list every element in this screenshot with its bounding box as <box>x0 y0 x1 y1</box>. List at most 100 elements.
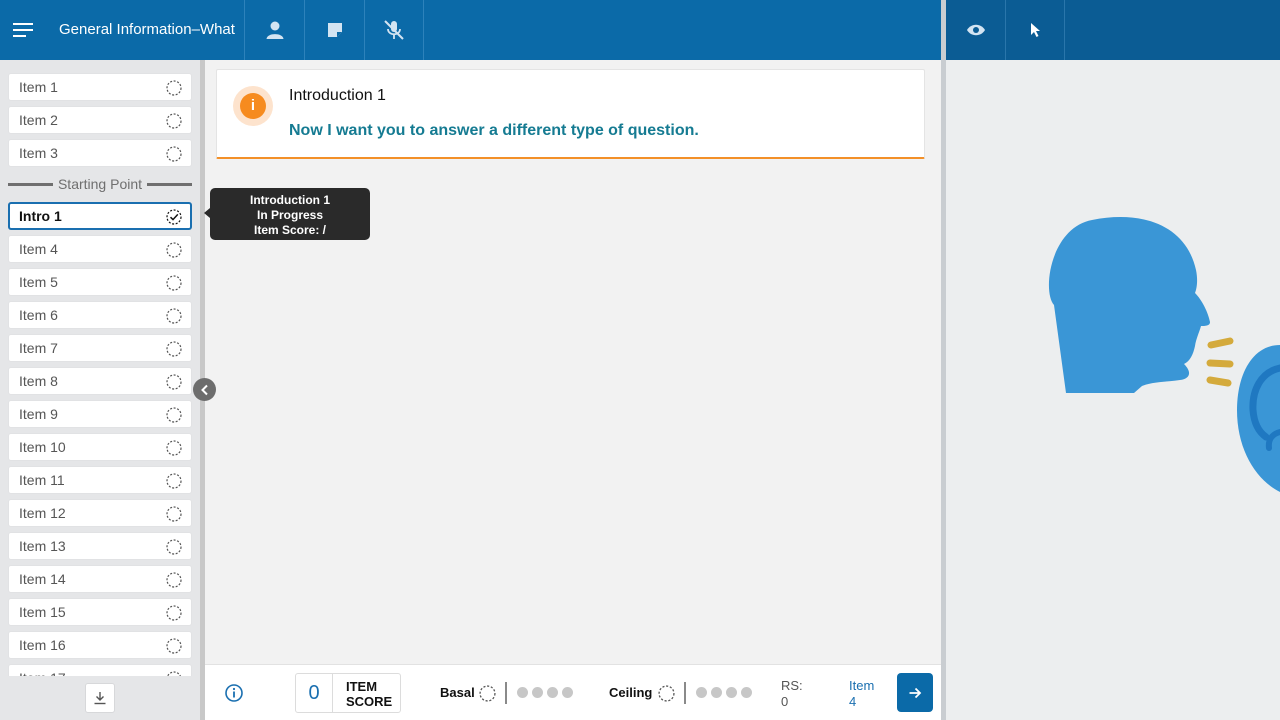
ceiling-dot <box>741 687 752 698</box>
ceiling-separator <box>684 682 686 704</box>
sidebar-item-15[interactable]: Item 15 <box>8 598 192 626</box>
sidebar-item-11[interactable]: Item 11 <box>8 466 192 494</box>
info-circle-icon[interactable] <box>224 683 244 703</box>
raw-score: RS: 0 <box>781 678 803 710</box>
sidebar-item-label: Item 12 <box>19 505 66 521</box>
item-score-value: 0 <box>296 674 333 712</box>
sidebar-item-label: Item 4 <box>19 241 58 257</box>
examinee-button[interactable] <box>244 0 304 60</box>
info-icon: i <box>240 93 266 119</box>
sidebar-item-16[interactable]: Item 16 <box>8 631 192 659</box>
not-started-icon <box>166 473 182 489</box>
person-icon <box>266 21 283 39</box>
sidebar-item-10[interactable]: Item 10 <box>8 433 192 461</box>
mic-off-icon <box>384 20 404 40</box>
item-score-label: ITEM SCORE <box>346 679 392 709</box>
not-started-icon <box>166 539 182 555</box>
sidebar-item-4[interactable]: Item 4 <box>8 235 192 263</box>
not-started-icon <box>166 638 182 654</box>
sidebar-item-label: Item 16 <box>19 637 66 653</box>
not-started-icon <box>166 572 182 588</box>
basal-dot <box>547 687 558 698</box>
item-score-label-line2: SCORE <box>346 694 393 709</box>
not-started-icon <box>166 440 182 456</box>
starting-point-divider: Starting Point <box>8 176 192 192</box>
sidebar-item-label: Item 10 <box>19 439 66 455</box>
sidebar-item-label: Item 8 <box>19 373 58 389</box>
scoring-footer: 0 ITEM SCORE Basal Ceiling RS: 0 Item 4 <box>205 664 941 720</box>
basal-dot <box>562 687 573 698</box>
ceiling-dot <box>711 687 722 698</box>
tooltip-item-name: Introduction 1 <box>250 193 330 207</box>
arrow-right-icon <box>909 687 922 698</box>
not-started-icon <box>166 113 182 129</box>
sidebar-item-14[interactable]: Item 14 <box>8 565 192 593</box>
sidebar-item-12[interactable]: Item 12 <box>8 499 192 527</box>
microphone-toggle[interactable] <box>364 0 424 60</box>
next-item-label: Item <box>849 678 875 693</box>
not-started-icon <box>166 146 182 162</box>
sidebar-item-intro-1[interactable]: Intro 1 <box>8 202 192 230</box>
speaking-head-illustration <box>1048 217 1280 492</box>
sidebar-item-label: Item 6 <box>19 307 58 323</box>
sidebar-item-label: Item 5 <box>19 274 58 290</box>
sidebar-item-13[interactable]: Item 13 <box>8 532 192 560</box>
sidebar-item-9[interactable]: Item 9 <box>8 400 192 428</box>
sidebar-item-2[interactable]: Item 2 <box>8 106 192 134</box>
not-started-icon <box>166 506 182 522</box>
sidebar-item-label: Item 15 <box>19 604 66 620</box>
basal-dot <box>532 687 543 698</box>
chevron-left-icon <box>200 384 208 395</box>
sidebar-item-7[interactable]: Item 7 <box>8 334 192 362</box>
card-title: Introduction 1 <box>289 87 386 104</box>
starting-point-label: Starting Point <box>57 176 143 192</box>
sidebar-item-label: Item 2 <box>19 112 58 128</box>
sidebar-item-1[interactable]: Item 1 <box>8 73 192 101</box>
sidebar-item-17[interactable]: Item 17 <box>8 664 192 676</box>
info-badge: i <box>233 86 273 126</box>
not-started-icon <box>166 605 182 621</box>
pointer-icon <box>1031 23 1040 37</box>
in-progress-icon <box>166 209 182 225</box>
sidebar-item-6[interactable]: Item 6 <box>8 301 192 329</box>
not-started-icon <box>166 374 182 390</box>
menu-button[interactable] <box>0 0 46 60</box>
sidebar-item-label: Intro 1 <box>19 208 62 224</box>
introduction-card: i Introduction 1 Now I want you to answe… <box>216 69 925 159</box>
stimulus-toolbar <box>946 0 1280 60</box>
not-started-icon <box>166 80 182 96</box>
note-icon <box>327 23 342 37</box>
sidebar-item-label: Item 1 <box>19 79 58 95</box>
notes-button[interactable] <box>304 0 364 60</box>
tooltip-item-status: In Progress <box>256 208 324 222</box>
sidebar-item-3[interactable]: Item 3 <box>8 139 192 167</box>
not-started-icon <box>166 407 182 423</box>
ceiling-status-icon <box>658 685 675 702</box>
sidebar-item-5[interactable]: Item 5 <box>8 268 192 296</box>
collapse-sidebar-button[interactable] <box>193 378 216 401</box>
next-item-indicator: Item 4 <box>849 678 874 710</box>
eye-icon <box>967 24 985 36</box>
basal-dot <box>517 687 528 698</box>
next-item-number: 4 <box>849 694 857 709</box>
sidebar-item-label: Item 13 <box>19 538 66 554</box>
menu-icon <box>13 23 33 37</box>
test-title: General Information–What <box>59 21 235 38</box>
not-started-icon <box>166 275 182 291</box>
not-started-icon <box>166 308 182 324</box>
card-prompt: Now I want you to answer a different typ… <box>289 122 699 139</box>
download-button[interactable] <box>85 683 115 713</box>
pointer-button[interactable] <box>1005 0 1065 60</box>
ceiling-dot <box>696 687 707 698</box>
sidebar-item-label: Item 3 <box>19 145 58 161</box>
main-content: i Introduction 1 Now I want you to answe… <box>205 60 941 664</box>
next-item-button[interactable] <box>897 673 933 712</box>
sidebar-item-8[interactable]: Item 8 <box>8 367 192 395</box>
tooltip-item-score: Item Score: / <box>253 223 327 237</box>
preview-button[interactable] <box>946 0 1006 60</box>
basal-separator <box>505 682 507 704</box>
sidebar-item-label: Item 11 <box>19 472 65 488</box>
not-started-icon <box>166 242 182 258</box>
sidebar-item-label: Item 14 <box>19 571 66 587</box>
item-score-box: 0 ITEM SCORE <box>295 673 401 713</box>
